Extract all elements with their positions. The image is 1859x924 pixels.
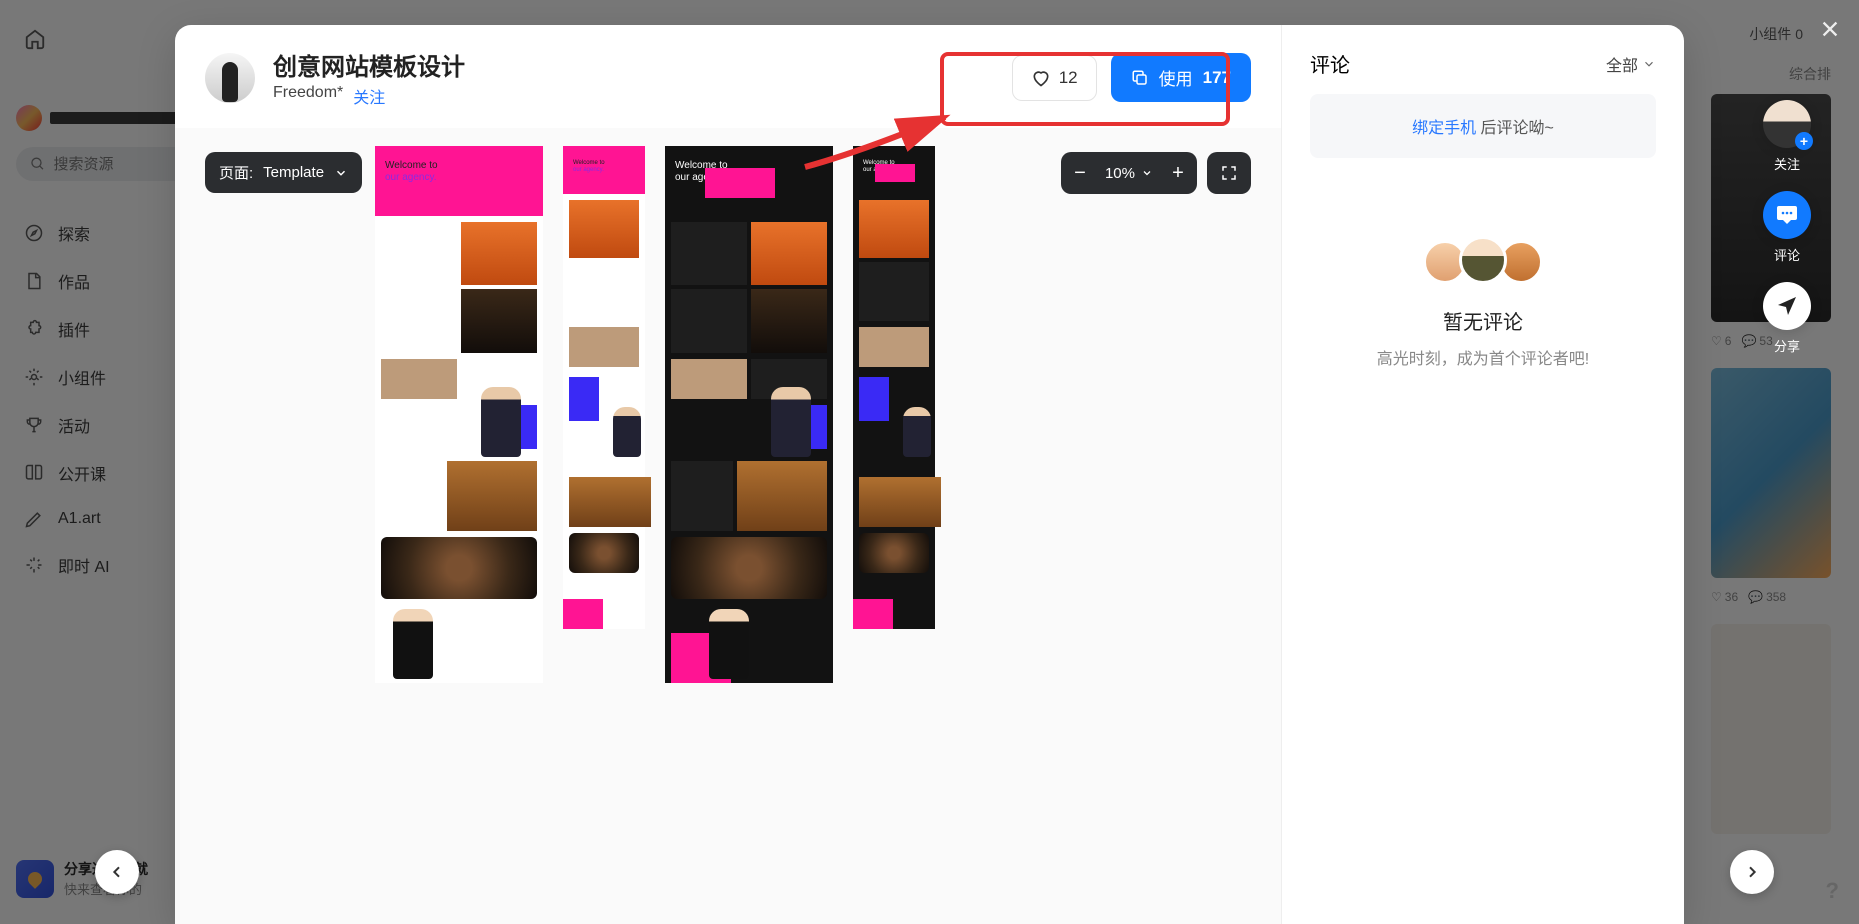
resource-title: 创意网站模板设计: [273, 47, 465, 82]
chevron-down-icon: [334, 166, 348, 180]
help-button[interactable]: ?: [1826, 878, 1839, 904]
chevron-right-icon: [1744, 864, 1760, 880]
modal-body: 页面: Template − 10% +: [175, 128, 1281, 924]
canvas-area[interactable]: Welcome toour agency. Welcome toour a: [175, 128, 1281, 924]
empty-sub: 高光时刻，成为首个评论者吧!: [1377, 345, 1589, 369]
use-button[interactable]: 使用 177: [1111, 53, 1251, 102]
chat-icon: [1775, 203, 1799, 227]
template-preview: Welcome toour agency.: [853, 146, 935, 924]
modal-main: 创意网站模板设计 Freedom* 关注 12 使用 177: [175, 25, 1282, 924]
use-count: 177: [1203, 68, 1231, 88]
zoom-in-button[interactable]: +: [1159, 152, 1197, 194]
detail-modal: 创意网站模板设计 Freedom* 关注 12 使用 177: [175, 25, 1684, 924]
like-button[interactable]: 12: [1012, 55, 1097, 101]
page-selector[interactable]: 页面: Template: [205, 152, 362, 193]
comment-prompt: 绑定手机 后评论呦~: [1310, 94, 1656, 158]
floating-share[interactable]: 分享: [1763, 282, 1811, 355]
author-avatar-small[interactable]: +: [1763, 100, 1811, 148]
page-value: Template: [263, 164, 324, 181]
floating-actions: + 关注 评论 分享: [1763, 100, 1811, 355]
copy-icon: [1131, 69, 1149, 87]
comments-filter[interactable]: 全部: [1606, 52, 1656, 76]
fullscreen-icon: [1220, 164, 1238, 182]
chevron-left-icon: [109, 864, 125, 880]
prompt-tail: 后评论呦~: [1476, 120, 1554, 137]
send-icon: [1775, 294, 1799, 318]
avatar-cluster: [1427, 240, 1539, 288]
comments-panel: 评论 全部 绑定手机 后评论呦~ 暂无评论 高光时刻，成为首个评论者吧!: [1282, 25, 1684, 924]
like-count: 12: [1059, 68, 1078, 88]
author-name[interactable]: Freedom*: [273, 84, 343, 108]
author-avatar[interactable]: [205, 53, 255, 103]
comments-title: 评论: [1310, 49, 1350, 78]
floating-comment[interactable]: 评论: [1763, 191, 1811, 264]
zoom-dropdown[interactable]: 10%: [1099, 165, 1159, 182]
chevron-down-icon: [1141, 167, 1153, 179]
float-label: 关注: [1774, 154, 1800, 173]
fullscreen-button[interactable]: [1207, 152, 1251, 194]
zoom-out-button[interactable]: −: [1061, 152, 1099, 194]
close-icon: [1819, 18, 1841, 40]
bind-phone-link[interactable]: 绑定手机: [1412, 120, 1476, 137]
prev-button[interactable]: [95, 850, 139, 894]
next-button[interactable]: [1730, 850, 1774, 894]
heart-icon: [1031, 68, 1051, 88]
plus-icon: +: [1795, 132, 1813, 150]
floating-follow[interactable]: + 关注: [1763, 100, 1811, 173]
zoom-controls: − 10% +: [1061, 152, 1251, 194]
chevron-down-icon: [1642, 57, 1656, 71]
modal-header: 创意网站模板设计 Freedom* 关注 12 使用 177: [175, 25, 1281, 128]
float-label: 评论: [1774, 245, 1800, 264]
empty-title: 暂无评论: [1443, 306, 1523, 335]
template-preview: Welcome toour agency.: [665, 146, 833, 924]
close-button[interactable]: [1813, 12, 1847, 46]
follow-link[interactable]: 关注: [353, 84, 385, 108]
template-preview: Welcome toour agency.: [375, 146, 543, 924]
use-label: 使用: [1159, 65, 1193, 90]
template-preview: Welcome toour agency.: [563, 146, 645, 924]
no-comments: 暂无评论 高光时刻，成为首个评论者吧!: [1310, 240, 1656, 369]
zoom-value: 10%: [1105, 165, 1135, 182]
page-prefix: 页面:: [219, 162, 253, 183]
filter-label: 全部: [1606, 52, 1638, 76]
float-label: 分享: [1774, 336, 1800, 355]
